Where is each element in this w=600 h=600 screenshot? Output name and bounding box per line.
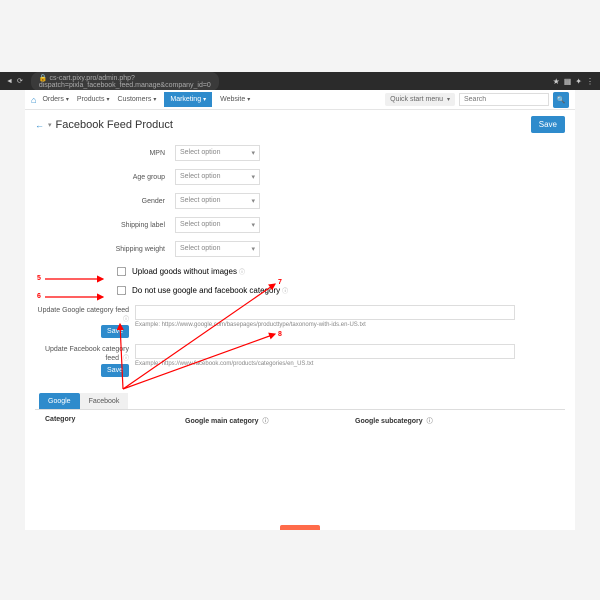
nav-back-icon[interactable]: ◄ [6, 78, 13, 85]
browser-chrome: ◄ ⟳ 🔒 cs-cart.pixy.pro/admin.php?dispatc… [0, 72, 600, 90]
select-gender[interactable]: Select option▾ [175, 193, 260, 209]
page-title: Facebook Feed Product [56, 119, 173, 131]
annotation-6: 6 [37, 293, 41, 300]
back-icon[interactable]: ← [35, 120, 44, 130]
info-icon[interactable]: ⓘ [239, 267, 245, 276]
col-google-sub: Google subcategory [355, 418, 423, 425]
col-category: Category [45, 416, 185, 425]
url-bar[interactable]: 🔒 cs-cart.pixy.pro/admin.php?dispatch=pi… [31, 72, 219, 91]
select-shipping-label[interactable]: Select option▾ [175, 217, 260, 233]
label-google-feed: Update Google category feed ⓘSave [35, 305, 135, 338]
search-input[interactable] [459, 93, 549, 106]
label-shipping-weight: Shipping weight [35, 246, 175, 253]
addon-icon[interactable]: ▾ [48, 121, 52, 129]
label-mpn: MPN [35, 150, 175, 157]
example-facebook: Example: https://www.facebook.com/produc… [135, 361, 565, 367]
save-facebook-feed[interactable]: Save [101, 364, 129, 377]
search-button[interactable]: 🔍 [553, 92, 569, 108]
page-header: ← ▾ Facebook Feed Product Save [25, 110, 575, 139]
save-google-feed[interactable]: Save [101, 325, 129, 338]
checkbox-no-category[interactable] [117, 286, 126, 295]
nav-reload-icon[interactable]: ⟳ [17, 77, 23, 85]
url-text: cs-cart.pixy.pro/admin.php?dispatch=pixl… [39, 75, 211, 89]
puzzle-icon[interactable]: ✦ [575, 77, 582, 86]
category-tabs: Google Facebook [35, 393, 565, 410]
checkbox-upload-no-images[interactable] [117, 267, 126, 276]
input-facebook-feed[interactable] [135, 344, 515, 359]
label-upload-no-images: Upload goods without images [132, 267, 237, 276]
select-shipping-weight[interactable]: Select option▾ [175, 241, 260, 257]
star-icon[interactable]: ★ [553, 77, 560, 86]
annotation-5: 5 [37, 275, 41, 282]
label-facebook-feed: Update Facebook category feed ⓘSave [35, 344, 135, 377]
extension-icon[interactable]: ▦ [564, 77, 572, 86]
tab-google[interactable]: Google [39, 393, 80, 409]
top-nav: ⌂ Orders▾ Products▾ Customers▾ Marketing… [25, 90, 575, 110]
info-icon[interactable]: ⓘ [282, 286, 288, 295]
nav-customers[interactable]: Customers▾ [118, 96, 157, 103]
nav-orders[interactable]: Orders▾ [42, 96, 68, 103]
example-google: Example: https://www.google.com/basepage… [135, 322, 565, 328]
select-mpn[interactable]: Select option▾ [175, 145, 260, 161]
category-table-header: Category Google main category ⓘ Google s… [35, 410, 565, 431]
lock-icon: 🔒 [39, 75, 48, 82]
nav-products[interactable]: Products▾ [77, 96, 110, 103]
nav-marketing[interactable]: Marketing▾ [164, 92, 212, 107]
input-google-feed[interactable] [135, 305, 515, 320]
col-google-main: Google main category [185, 418, 259, 425]
save-button-top[interactable]: Save [531, 116, 565, 133]
label-shipping-label: Shipping label [35, 222, 175, 229]
nav-website[interactable]: Website▾ [220, 96, 250, 103]
home-icon[interactable]: ⌂ [31, 95, 36, 105]
label-no-category: Do not use google and facebook category [132, 286, 280, 295]
menu-icon[interactable]: ⋮ [586, 77, 594, 86]
quick-start-menu[interactable]: Quick start menu ▾ [385, 93, 455, 106]
tab-facebook[interactable]: Facebook [80, 393, 129, 409]
annotation-8: 8 [278, 331, 282, 338]
chrome-actions: ★ ▦ ✦ ⋮ [553, 77, 594, 86]
label-gender: Gender [35, 198, 175, 205]
form-area: MPN Select option▾ Age group Select opti… [25, 139, 575, 437]
select-age-group[interactable]: Select option▾ [175, 169, 260, 185]
annotation-7: 7 [278, 279, 282, 286]
app-viewport: ⌂ Orders▾ Products▾ Customers▾ Marketing… [25, 90, 575, 530]
label-age-group: Age group [35, 174, 175, 181]
scroll-indicator [280, 525, 320, 530]
